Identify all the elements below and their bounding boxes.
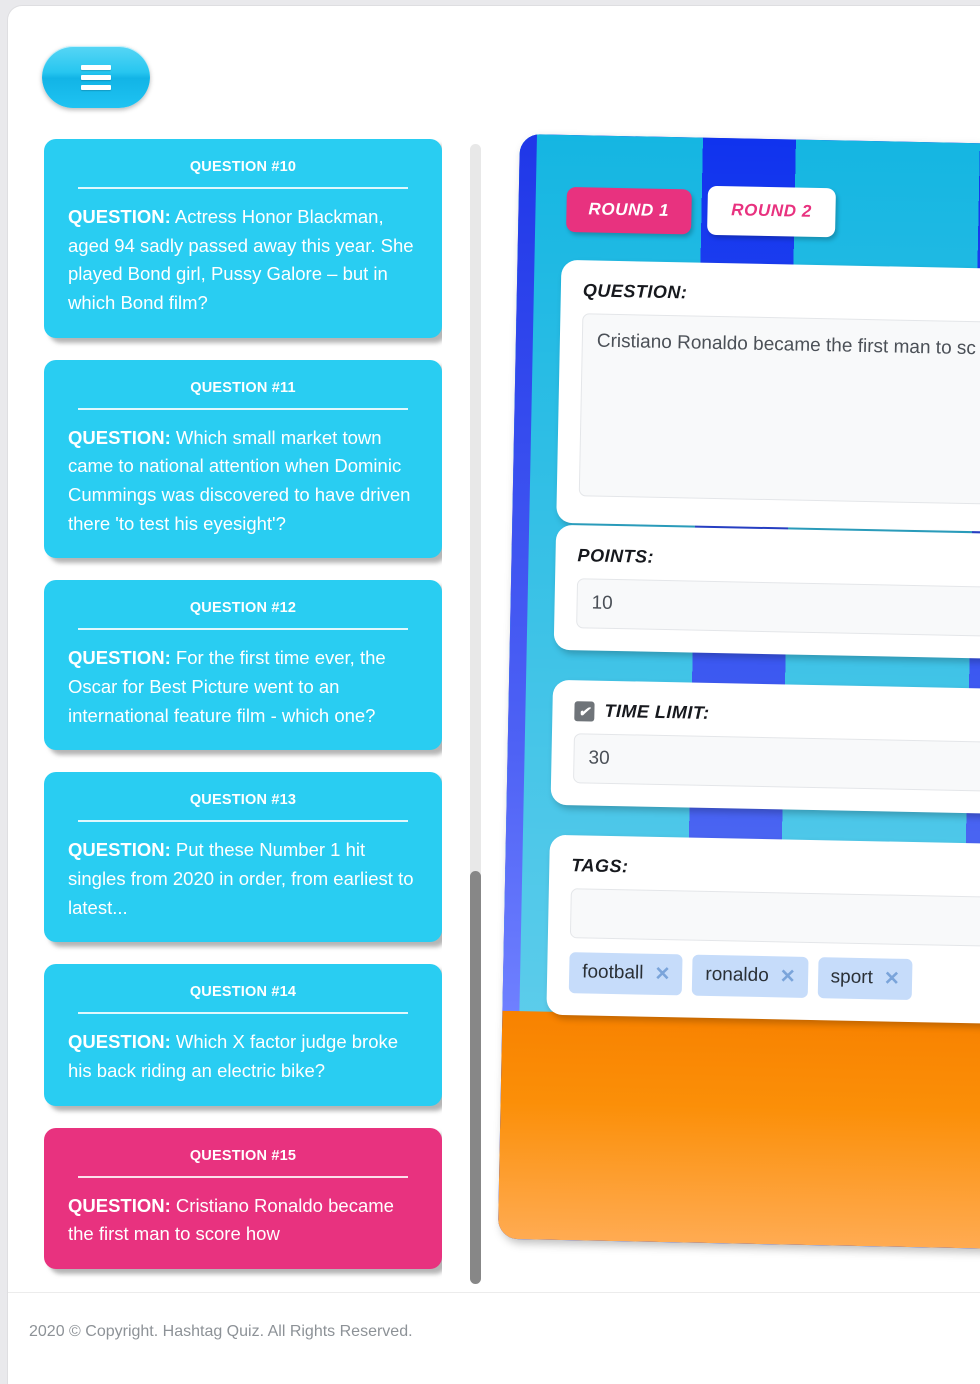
question-card-label: QUESTION: [68,839,171,861]
question-field-label: QUESTION: [582,280,688,303]
question-card-label: QUESTION: [68,426,171,448]
points-field-card: POINTS: [553,524,980,660]
question-card[interactable]: QUESTION #11 QUESTION: Which small market… [44,359,442,559]
question-card-title: QUESTION #14 [78,984,408,1015]
question-card-body: QUESTION: Which small market town came t… [68,424,418,539]
time-limit-checkbox[interactable]: ✔ [574,700,595,722]
question-card[interactable]: QUESTION #15 QUESTION: Cristiano Ronaldo … [44,1127,442,1270]
question-editor-panel: ROUND 1 ROUND 2 QUESTION: POINTS: ✔ TIME… [497,134,980,1254]
tags-field-card: TAGS: football ✕ ronaldo ✕ sport ✕ [546,834,980,1025]
question-card-title: QUESTION #10 [78,159,408,189]
tab-round-2[interactable]: ROUND 2 [706,185,837,238]
points-field-label: POINTS: [577,545,655,567]
tag-remove-icon[interactable]: ✕ [780,966,796,987]
question-card-title: QUESTION #11 [78,380,408,410]
question-card-label: QUESTION: [68,206,171,227]
round-tabs: ROUND 1 ROUND 2 [566,183,837,238]
panel-orange-footer [497,1010,980,1250]
menu-toggle-button[interactable] [42,46,150,108]
question-card-body: QUESTION: Which X factor judge broke his… [68,1028,418,1085]
scrollbar-thumb[interactable] [470,871,481,1284]
tag-chip-row: football ✕ ronaldo ✕ sport ✕ [568,952,980,1002]
tag-chip: football ✕ [568,952,683,996]
tag-chip-label: ronaldo [705,963,769,987]
time-limit-label-text: TIME LIMIT: [604,700,710,723]
question-card-label: QUESTION: [68,1031,171,1053]
page-footer: 2020 © Copyright. Hashtag Quiz. All Righ… [8,1292,980,1384]
question-card[interactable]: QUESTION #14 QUESTION: Which X factor jud… [44,964,442,1106]
tag-chip: ronaldo ✕ [691,954,809,998]
copyright-text: 2020 © Copyright. Hashtag Quiz. All Righ… [29,1323,413,1340]
tab-round-1[interactable]: ROUND 1 [566,186,692,235]
question-list[interactable]: QUESTION #10 QUESTION: Actress Honor Blac… [44,139,442,1282]
tag-chip-label: sport [830,966,874,989]
question-card-label: QUESTION: [68,647,171,669]
question-card-body: QUESTION: For the first time ever, the O… [68,644,418,730]
app-window: QUESTION #10 QUESTION: Actress Honor Blac… [8,6,980,1384]
question-card-body: QUESTION: Actress Honor Blackman, aged 9… [68,203,418,318]
tags-input[interactable] [569,888,980,947]
tag-chip: sport ✕ [817,957,913,1001]
question-list-scrollbar[interactable] [470,144,481,1284]
time-limit-input[interactable] [572,733,980,792]
question-card-body: QUESTION: Put these Number 1 hit singles… [68,836,418,922]
question-card[interactable]: QUESTION #12 QUESTION: For the first time… [44,580,442,751]
question-card-title: QUESTION #12 [78,600,408,631]
question-card[interactable]: QUESTION #10 QUESTION: Actress Honor Blac… [44,139,442,338]
question-card-label: QUESTION: [68,1194,171,1216]
question-card-body: QUESTION: Cristiano Ronaldo became the f… [68,1192,418,1249]
tag-remove-icon[interactable]: ✕ [654,963,670,984]
time-limit-field-card: ✔ TIME LIMIT: [550,679,980,815]
question-card[interactable]: QUESTION #13 QUESTION: Put these Number 1… [44,772,442,943]
question-field-card: QUESTION: [556,259,980,533]
question-input[interactable] [578,313,980,505]
tag-remove-icon[interactable]: ✕ [884,968,900,989]
question-card-title: QUESTION #15 [78,1148,408,1178]
points-input[interactable] [576,578,980,637]
hamburger-icon [81,64,111,90]
tag-chip-label: football [581,961,644,984]
tags-field-label: TAGS: [571,855,629,877]
question-card-title: QUESTION #13 [78,792,408,823]
time-limit-field-label: ✔ TIME LIMIT: [574,700,980,730]
